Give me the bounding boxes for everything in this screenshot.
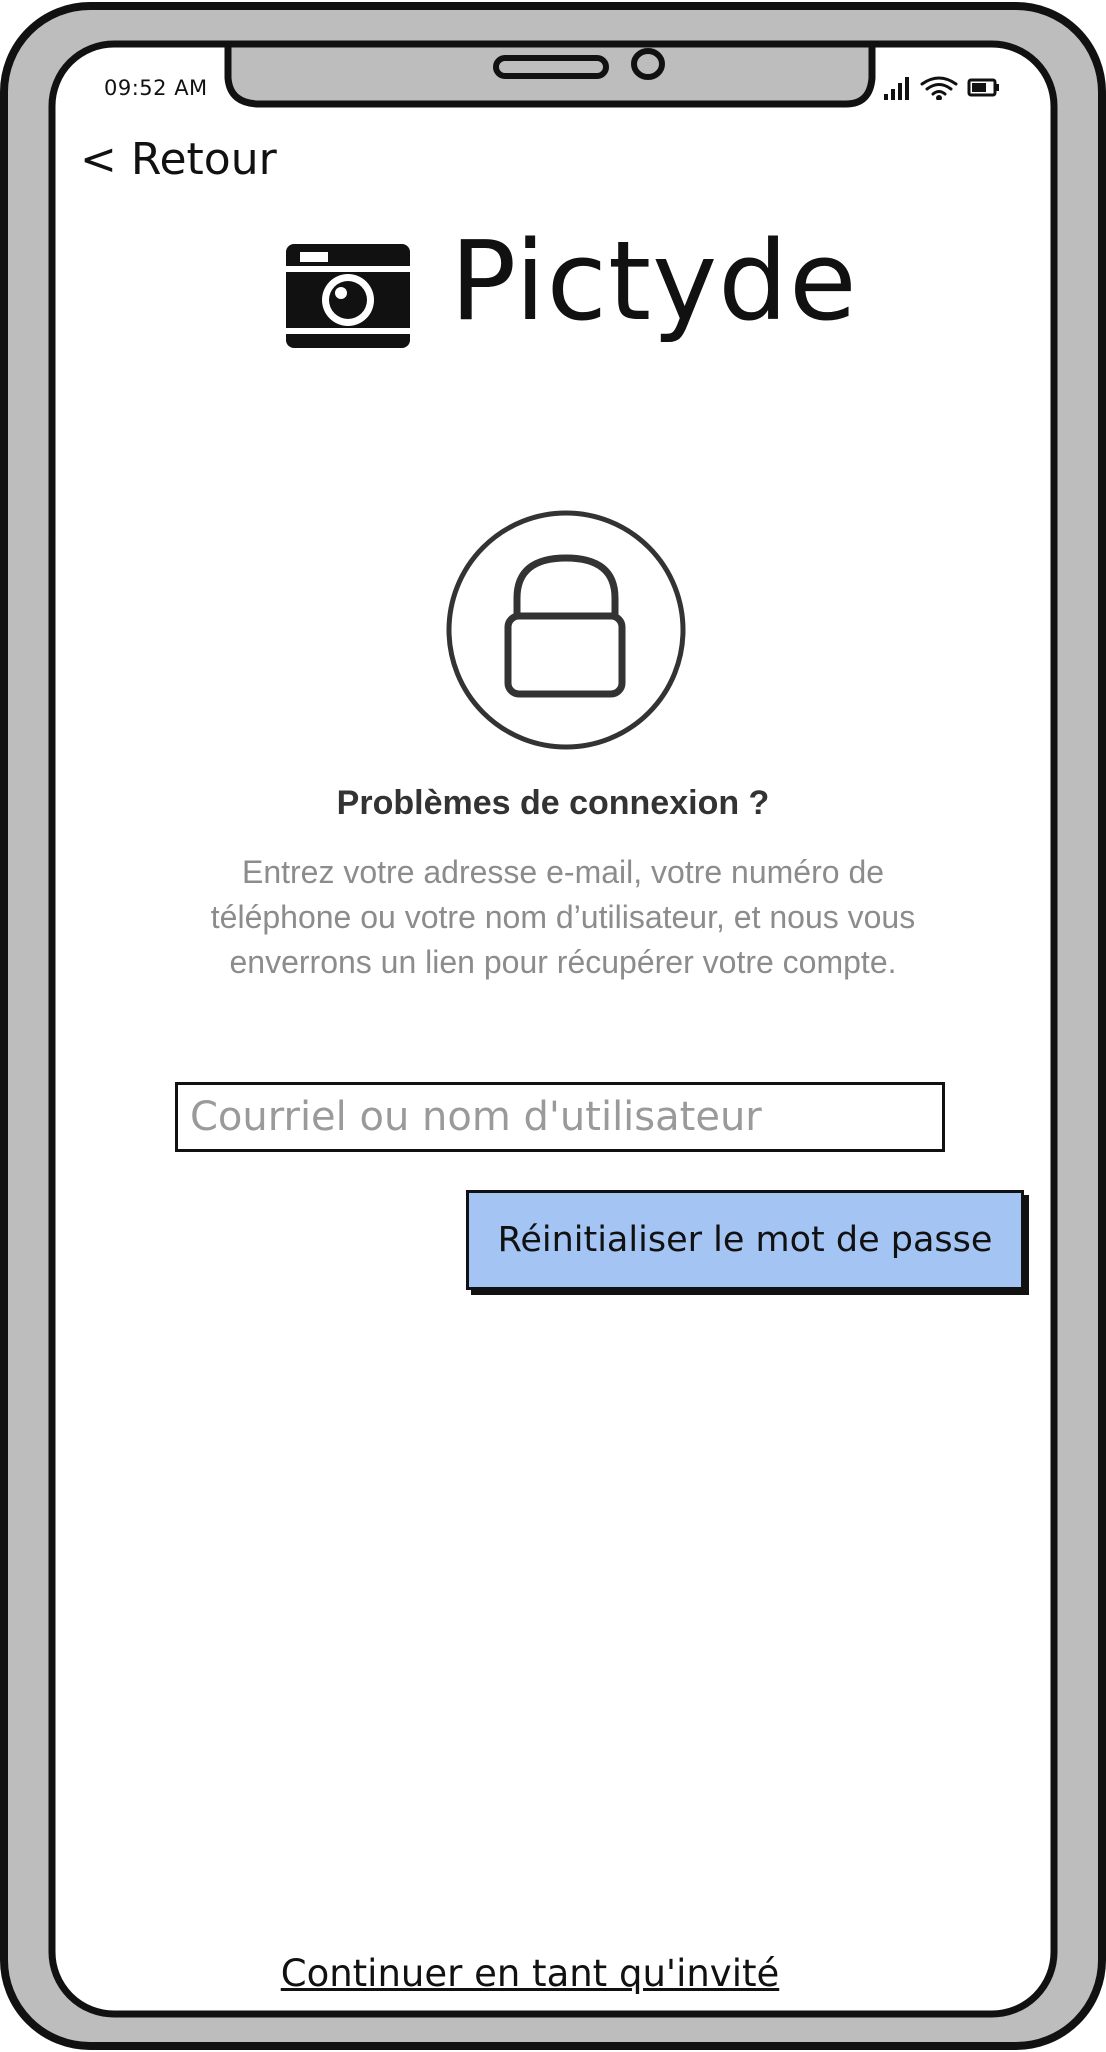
email-or-username-input[interactable] xyxy=(175,1082,945,1152)
back-button[interactable]: < Retour xyxy=(80,134,277,185)
app-logo-text: Pictyde xyxy=(450,217,858,345)
camera-icon xyxy=(286,244,410,348)
page-title: Problèmes de connexion ? xyxy=(336,784,770,822)
reset-password-button[interactable]: Réinitialiser le mot de passe xyxy=(466,1190,1024,1290)
status-time: 09:52 AM xyxy=(104,76,208,100)
battery-icon xyxy=(967,78,999,97)
status-icons xyxy=(884,76,999,100)
instructions-text: Entrez votre adresse e-mail, votre numér… xyxy=(210,854,916,980)
signal-icon xyxy=(884,77,909,100)
lock-icon xyxy=(446,510,686,750)
continue-as-guest-link[interactable]: Continuer en tant qu'invité xyxy=(0,1952,1060,1995)
wifi-icon xyxy=(920,76,958,100)
